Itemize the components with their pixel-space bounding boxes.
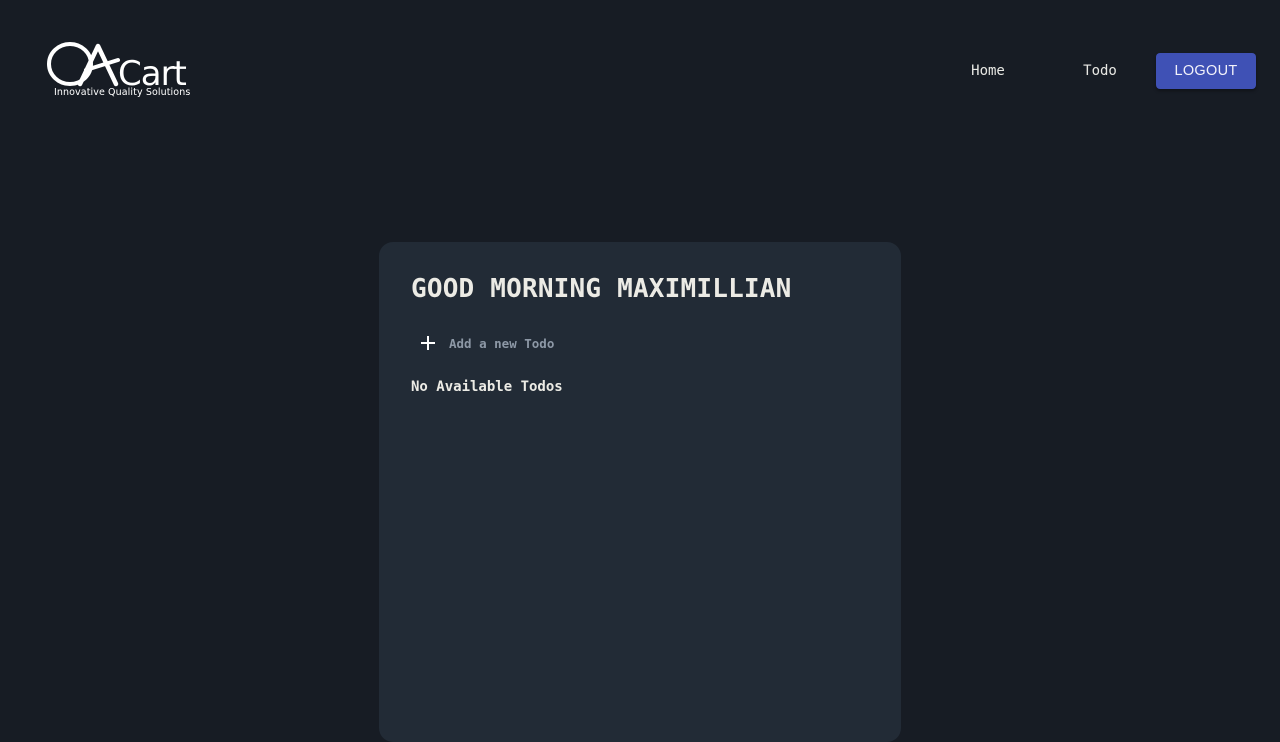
logout-button[interactable]: LOGOUT	[1156, 53, 1256, 89]
nav-link-home[interactable]: Home	[932, 53, 1044, 89]
plus-icon-glyph	[421, 336, 435, 350]
top-nav: Home Todo LOGOUT	[932, 53, 1256, 89]
plus-icon[interactable]	[415, 330, 441, 356]
qacart-logo-mark: Cart	[47, 42, 188, 88]
brand-tagline: Innovative Quality Solutions	[54, 87, 191, 98]
brand-logo[interactable]: Cart Innovative Quality Solutions	[46, 40, 198, 104]
app-header: Cart Innovative Quality Solutions Home T…	[0, 0, 1280, 140]
todo-card: GOOD MORNING MAXIMILLIAN No Available To…	[379, 242, 901, 742]
new-todo-row	[415, 330, 749, 356]
nav-link-todo[interactable]: Todo	[1044, 53, 1156, 89]
new-todo-input[interactable]	[449, 335, 749, 351]
empty-todos-message: No Available Todos	[411, 379, 563, 395]
greeting-title: GOOD MORNING MAXIMILLIAN	[411, 274, 792, 304]
svg-text:Cart: Cart	[118, 54, 187, 88]
